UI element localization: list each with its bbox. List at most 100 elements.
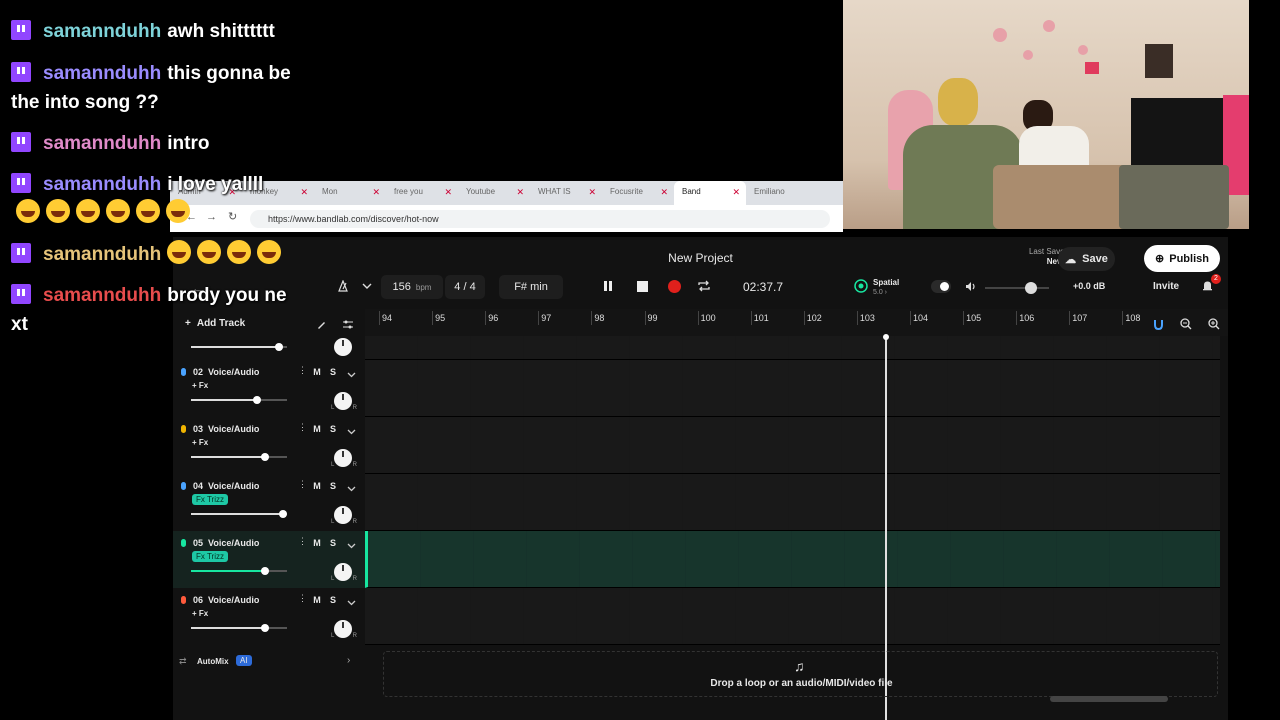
ruler-tick (1069, 311, 1071, 325)
slider-thumb[interactable] (1025, 282, 1037, 294)
close-icon[interactable]: ✕ (588, 187, 596, 198)
close-icon[interactable]: ✕ (516, 187, 524, 198)
chat-text: this gonna be (167, 63, 291, 84)
webcam-feed (843, 0, 1249, 229)
save-label: Save (1082, 253, 1108, 265)
laughing-emote-icon (257, 240, 282, 264)
chat-message: samannduhh brody you ne (11, 281, 287, 310)
laughing-emote-icon (76, 199, 100, 223)
chat-username: samannduhh (43, 174, 162, 195)
ruler-tick (803, 311, 805, 325)
bpm-value: 156 (392, 281, 411, 293)
magnet-icon[interactable] (1146, 312, 1170, 336)
loop-icon[interactable] (692, 274, 716, 298)
volume-db: +0.0 dB (1073, 281, 1106, 291)
zoom-out-icon[interactable] (1174, 312, 1198, 336)
music-note-icon: ♫ (794, 658, 805, 674)
cloud-upload-icon: ☁ (1065, 253, 1077, 266)
ruler-tick (750, 311, 752, 325)
close-icon[interactable]: ✕ (372, 187, 380, 198)
chat-message: samannduhh (11, 240, 287, 269)
ruler-tick (697, 311, 699, 325)
bpm-unit: bpm (415, 282, 432, 292)
speaker-icon[interactable] (959, 274, 983, 298)
track-lane[interactable] (365, 474, 1220, 531)
ruler-bar-number: 104 (913, 313, 929, 323)
tab-label: Youtube (466, 187, 496, 196)
ruler-tick (432, 311, 434, 325)
ruler-bar-number: 101 (753, 313, 769, 323)
laughing-emote-icon (197, 240, 222, 264)
twitch-badge-icon (11, 243, 31, 263)
time-display: 02:37.7 (742, 280, 784, 294)
ruler-tick (856, 311, 858, 325)
browser-tab[interactable]: free you ✕ (386, 181, 458, 205)
laughing-emote-icon (46, 199, 70, 223)
ruler-tick (910, 311, 911, 325)
browser-tab[interactable]: Emiliano (746, 181, 818, 205)
time-signature-field[interactable]: 4 / 4 (445, 275, 485, 299)
laughing-emote-icon (166, 199, 190, 223)
pause-button[interactable] (596, 274, 620, 298)
horizontal-scrollbar[interactable] (1050, 696, 1168, 702)
browser-tab[interactable]: Youtube ✕ (458, 181, 530, 205)
ruler-tick (379, 311, 380, 325)
spatial-sub[interactable]: 5.0 › (873, 289, 887, 296)
chat-text-wrap: the into song ?? (11, 92, 159, 113)
tab-label: Band (682, 187, 701, 196)
save-button[interactable]: ☁ Save (1058, 247, 1115, 271)
tab-label: WHAT IS (538, 187, 571, 196)
track-lane[interactable] (365, 588, 1220, 645)
key-field[interactable]: F# min (499, 275, 563, 299)
stop-button[interactable] (630, 274, 654, 298)
browser-tab[interactable]: WHAT IS ✕ (530, 181, 602, 205)
ruler-bar-number: 106 (1019, 313, 1035, 323)
couch (993, 165, 1133, 229)
tab-label: Focusrite (610, 187, 643, 196)
browser-tab-active[interactable]: Band ✕ (674, 181, 746, 205)
invite-button[interactable]: Invite (1153, 281, 1179, 292)
spatial-toggle[interactable] (931, 280, 951, 293)
chat-username: samannduhh (43, 21, 162, 42)
track-lane[interactable] (365, 336, 1220, 360)
chat-text: intro (167, 133, 210, 154)
spatial-icon (849, 274, 873, 298)
track-lane[interactable] (365, 417, 1220, 474)
ruler-bar-number: 102 (806, 313, 822, 323)
browser-tab[interactable]: Focusrite ✕ (602, 181, 674, 205)
master-volume-slider[interactable] (985, 282, 1049, 294)
twitch-badge-icon (11, 20, 31, 40)
emote-row (16, 199, 196, 228)
zoom-in-icon[interactable] (1202, 312, 1226, 336)
track-lane[interactable] (365, 531, 1220, 588)
ruler-bar-number: 96 (488, 313, 499, 323)
ruler-tick (485, 311, 487, 325)
tab-label: Emiliano (754, 187, 785, 196)
person-1-head (938, 78, 978, 126)
ruler-tick (963, 311, 965, 325)
twitch-badge-icon (11, 173, 31, 193)
chat-message: samannduhh i love yallll (11, 170, 263, 199)
laughing-emote-icon (106, 199, 130, 223)
chat-username: samannduhh (43, 133, 162, 154)
laughing-emote-icon (167, 240, 192, 264)
tempo-field[interactable]: 156 bpm (381, 275, 443, 299)
ruler-bar-number: 108 (1125, 313, 1141, 323)
table-items (1119, 165, 1229, 229)
ruler-bar-number: 100 (700, 313, 716, 323)
publish-button[interactable]: ⊕ Publish (1144, 245, 1220, 272)
ruler-tick (538, 311, 540, 325)
close-icon[interactable]: ✕ (732, 187, 740, 198)
ruler-bar-number: 95 (435, 313, 446, 323)
close-icon[interactable]: ✕ (660, 187, 668, 198)
track-lane[interactable] (365, 360, 1220, 417)
chat-message: samannduhh awh shitttttt (11, 17, 275, 46)
ruler-bar-number: 97 (541, 313, 552, 323)
tab-label: free you (394, 187, 423, 196)
drop-zone[interactable]: ♫ Drop a loop or an audio/MIDI/video fil… (383, 651, 1218, 697)
ruler-tick (1016, 311, 1018, 325)
chat-username: samannduhh (43, 63, 162, 84)
close-icon[interactable]: ✕ (444, 187, 452, 198)
record-button[interactable] (662, 274, 686, 298)
chat-message: samannduhh this gonna be (11, 59, 291, 88)
